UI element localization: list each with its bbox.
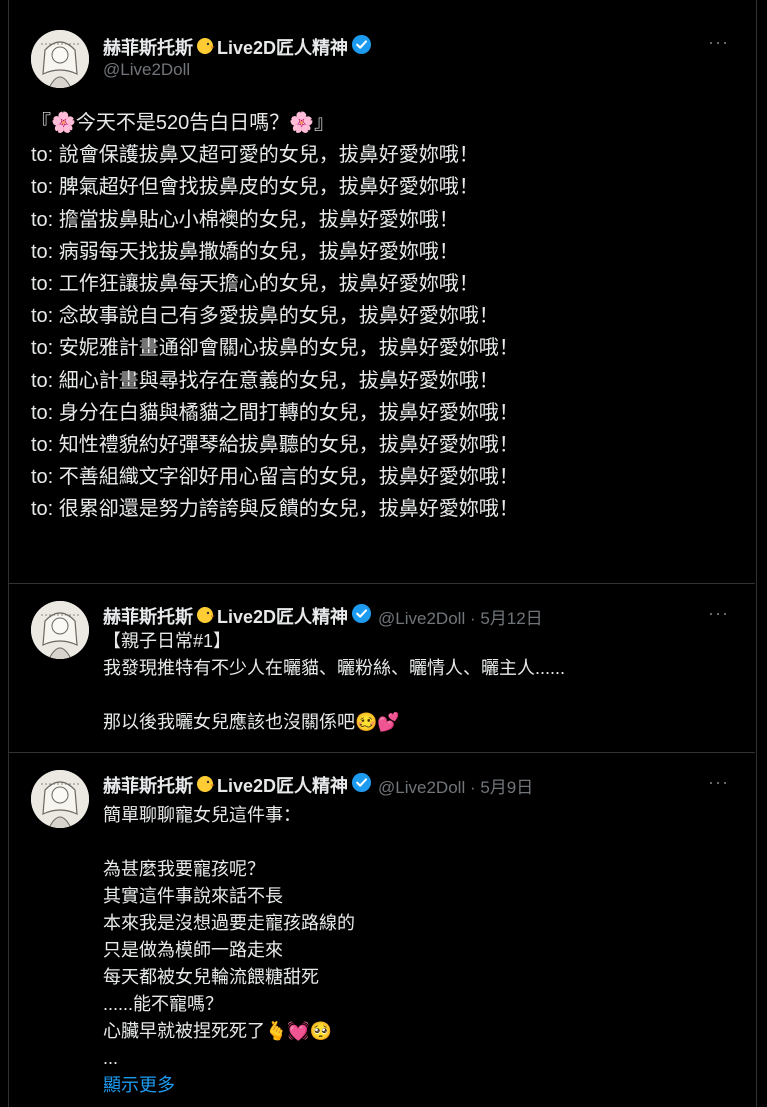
more-options-icon[interactable]: ···	[708, 32, 729, 53]
tweet-line: to: 知性禮貌約好彈琴給拔鼻聽的女兒，拔鼻好愛妳哦！	[31, 434, 519, 457]
author-name-row[interactable]: 赫菲斯托斯 Live2D匠人精神	[103, 34, 372, 60]
tweet-line: 為甚麼我要寵孩呢？	[103, 859, 265, 879]
display-name-suffix[interactable]: Live2D匠人精神	[217, 772, 348, 798]
tweet-line: to: 不善組織文字卻好用心留言的女兒，拔鼻好愛妳哦！	[31, 466, 519, 489]
more-options-icon[interactable]: ···	[708, 603, 729, 624]
tweet-line	[103, 682, 565, 709]
handle-and-date[interactable]: @Live2Doll · 5月12日	[378, 604, 543, 629]
tweet-line: ...	[103, 1048, 119, 1068]
tweet-line: to: 很累卻還是努力誇誇與反饋的女兒，拔鼻好愛妳哦！	[31, 498, 519, 521]
avatar[interactable]	[31, 601, 89, 659]
verified-badge-icon	[351, 772, 372, 798]
tweet-line: 只是做為模師一路走來	[103, 940, 283, 960]
avatar[interactable]	[31, 770, 89, 828]
handle[interactable]: @Live2Doll	[103, 60, 190, 80]
tweet-line: 簡單聊聊寵女兒這件事：	[103, 805, 301, 825]
more-options-icon[interactable]: ···	[708, 772, 729, 793]
show-more-link[interactable]: 顯示更多	[103, 1072, 355, 1099]
tweet-text: 『🌸今天不是520告白日嗎？🌸』 to: 說會保護拔鼻又超可愛的女兒，拔鼻好愛妳…	[31, 107, 519, 526]
tweet-line	[103, 829, 355, 856]
tweet-line: 其實這件事說來話不長	[103, 886, 283, 906]
tweet-text: 【親子日常#1】 我發現推特有不少人在曬貓、曬粉絲、曬情人、曬主人...... …	[103, 628, 565, 736]
tweet-line: 【親子日常#1】	[103, 631, 232, 651]
display-name[interactable]: 赫菲斯托斯	[103, 34, 193, 60]
author-name-row[interactable]: 赫菲斯托斯 Live2D匠人精神 @Live2Doll · 5月9日	[103, 772, 533, 798]
display-name-suffix[interactable]: Live2D匠人精神	[217, 34, 348, 60]
tweet-line: 本來我是沒想過要走寵孩路線的	[103, 913, 355, 933]
tweet-line: to: 病弱每天找拔鼻撒嬌的女兒，拔鼻好愛妳哦！	[31, 240, 459, 263]
divider	[8, 752, 755, 753]
display-name-suffix[interactable]: Live2D匠人精神	[217, 603, 348, 629]
verified-badge-icon	[351, 603, 372, 629]
display-name[interactable]: 赫菲斯托斯	[103, 772, 193, 798]
tweet-line: to: 安妮雅計畫通卻會關心拔鼻的女兒，拔鼻好愛妳哦！	[31, 337, 519, 360]
tweet-text: 簡單聊聊寵女兒這件事： 為甚麼我要寵孩呢？ 其實這件事說來話不長 本來我是沒想過…	[103, 802, 355, 1099]
chick-emoji-icon	[195, 604, 215, 629]
tweet-line: to: 身分在白貓與橘貓之間打轉的女兒，拔鼻好愛妳哦！	[31, 401, 519, 424]
tweet-line: to: 說會保護拔鼻又超可愛的女兒，拔鼻好愛妳哦！	[31, 144, 479, 167]
tweet-line: 『🌸今天不是520告白日嗎？🌸』	[31, 112, 335, 134]
tweet-line: to: 念故事說自己有多愛拔鼻的女兒，拔鼻好愛妳哦！	[31, 305, 499, 328]
handle-and-date[interactable]: @Live2Doll · 5月9日	[378, 773, 533, 798]
author-name-row[interactable]: 赫菲斯托斯 Live2D匠人精神 @Live2Doll · 5月12日	[103, 603, 543, 629]
chick-emoji-icon	[195, 35, 215, 60]
tweet-line: to: 工作狂讓拔鼻每天擔心的女兒，拔鼻好愛妳哦！	[31, 273, 479, 296]
tweet-line: 每天都被女兒輪流餵糖甜死	[103, 967, 319, 987]
tweet-line: to: 脾氣超好但會找拔鼻皮的女兒，拔鼻好愛妳哦！	[31, 176, 479, 199]
display-name[interactable]: 赫菲斯托斯	[103, 603, 193, 629]
tweet-line: 我發現推特有不少人在曬貓、曬粉絲、曬情人、曬主人......	[103, 658, 566, 678]
chick-emoji-icon	[195, 773, 215, 798]
tweet-line: 那以後我曬女兒應該也沒關係吧🥴💕	[103, 712, 400, 732]
tweet-line: ......能不寵嗎？	[103, 994, 224, 1014]
tweet-line: to: 細心計畫與尋找存在意義的女兒，拔鼻好愛妳哦！	[31, 369, 499, 392]
verified-badge-icon	[351, 34, 372, 60]
avatar[interactable]	[31, 30, 89, 88]
tweet-line: 心臟早就被捏死死了🫰💓🥺	[103, 1021, 333, 1041]
divider	[8, 583, 755, 584]
tweet-line: to: 擔當拔鼻貼心小棉襖的女兒，拔鼻好愛妳哦！	[31, 208, 459, 231]
